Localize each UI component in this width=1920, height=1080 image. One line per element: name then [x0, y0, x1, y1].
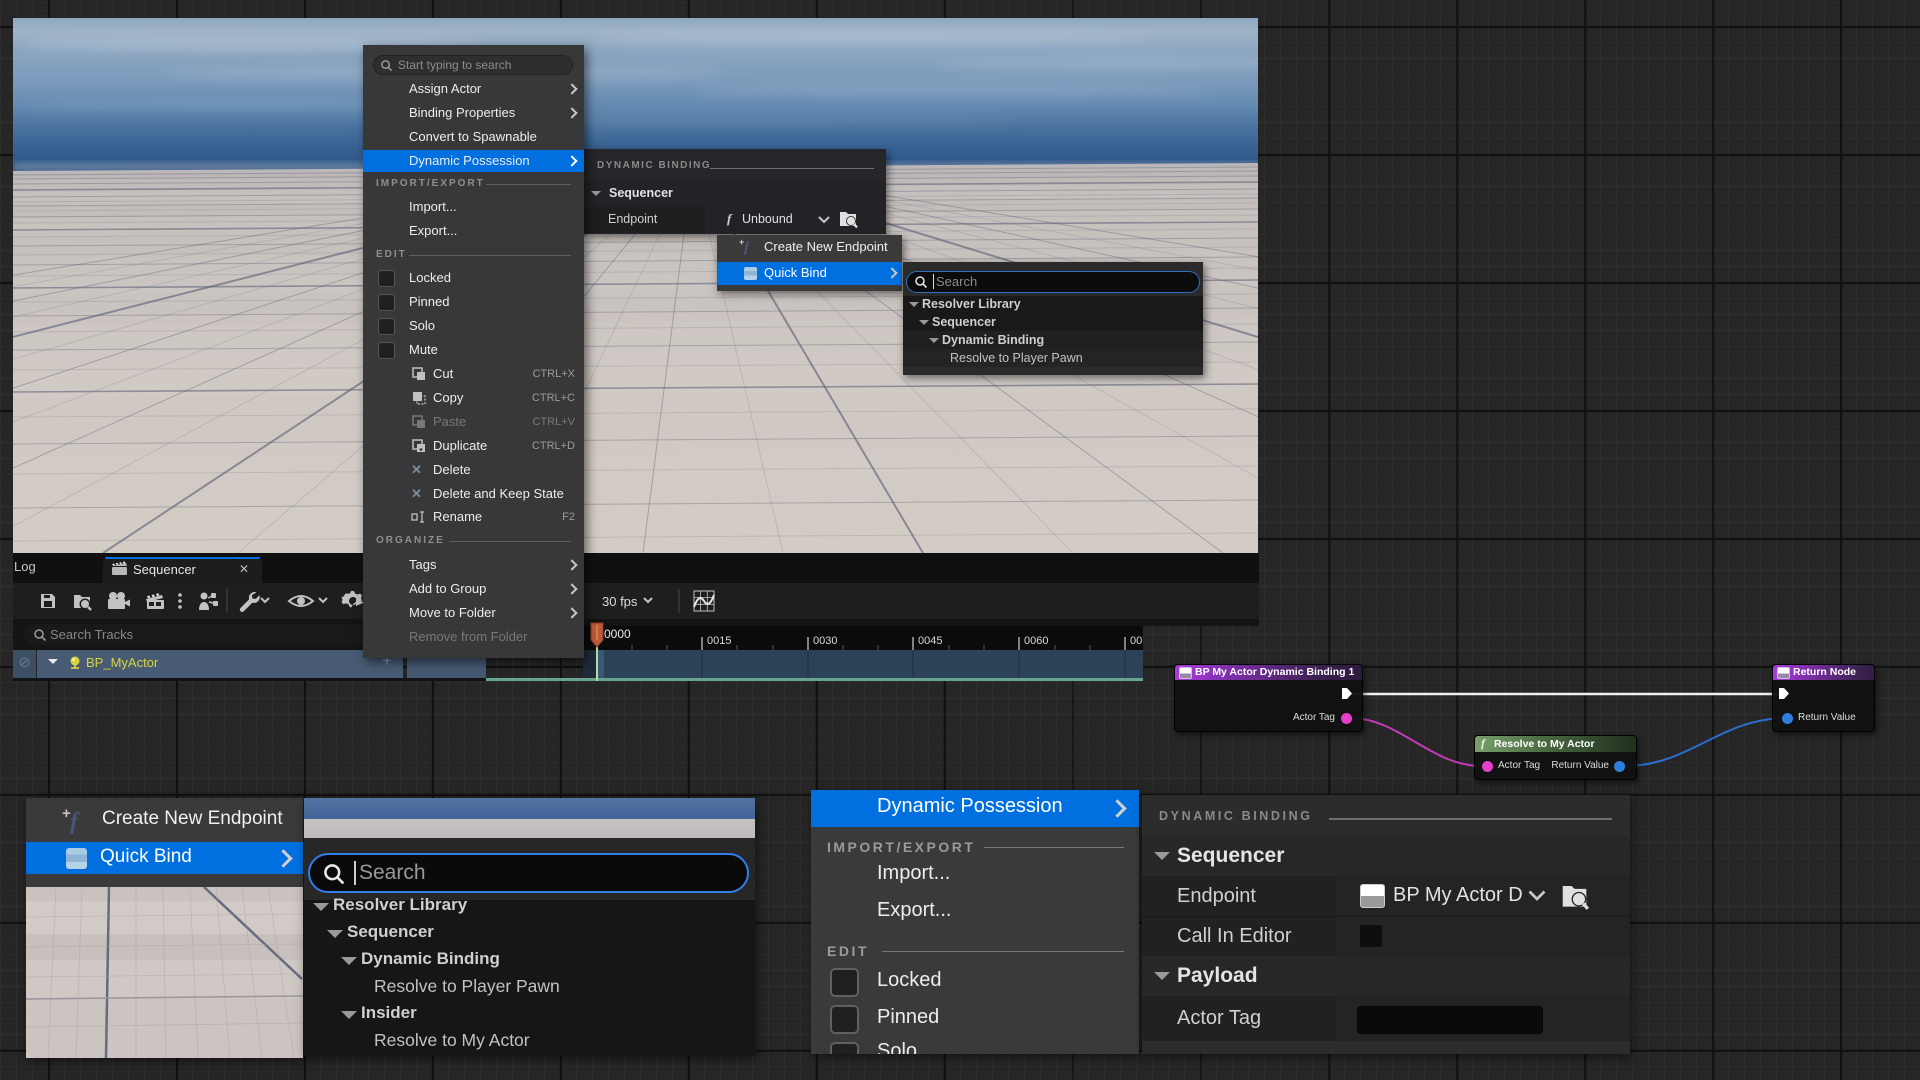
svg-text:0030: 0030 — [813, 635, 837, 647]
svg-text:0060: 0060 — [1024, 635, 1048, 647]
svg-text:0015: 0015 — [707, 635, 731, 647]
svg-text:0045: 0045 — [918, 635, 942, 647]
svg-text:30 fps: 30 fps — [602, 594, 638, 609]
svg-text:007: 007 — [1130, 635, 1143, 647]
